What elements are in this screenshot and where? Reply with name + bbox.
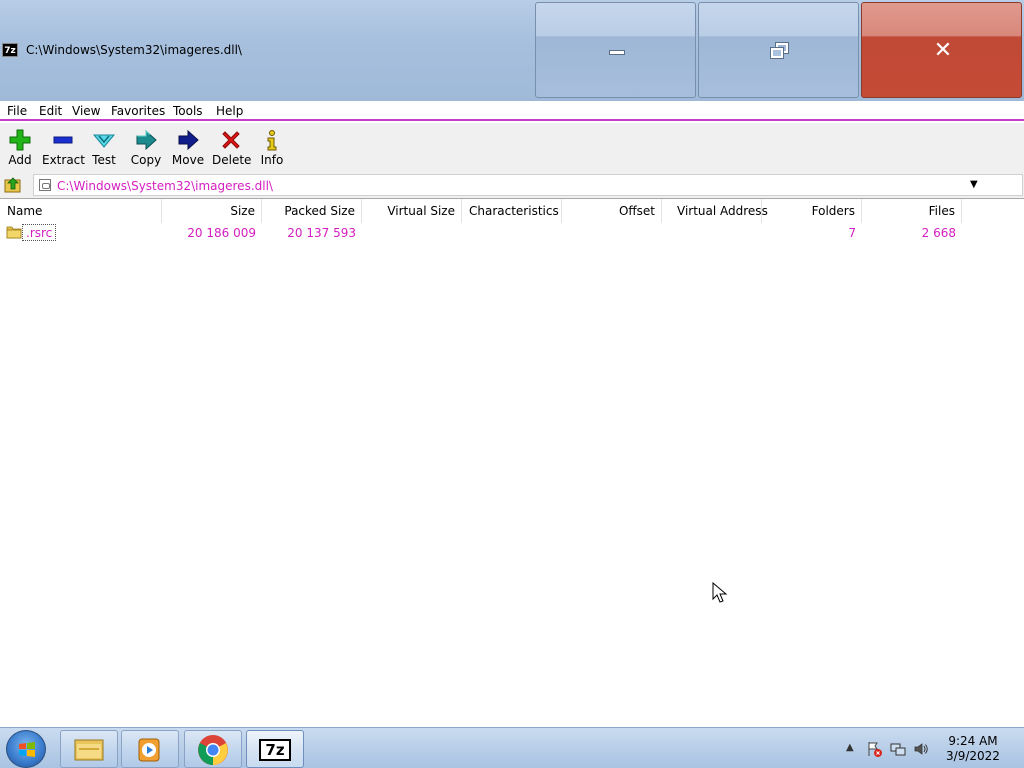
taskbar-7zip[interactable]: 7z [246,730,304,768]
menu-tools[interactable]: Tools [173,104,203,118]
menu-view[interactable]: View [72,104,100,118]
menu-edit[interactable]: Edit [39,104,62,118]
col-size[interactable]: Size [162,199,262,223]
chevron-down-icon[interactable]: ▼ [970,179,978,190]
start-button[interactable] [6,730,46,768]
minimize-button[interactable] [535,2,696,98]
col-folders[interactable]: Folders [762,199,862,223]
menu-bar: File Edit View Favorites Tools Help [0,101,1024,121]
taskbar-explorer[interactable] [60,730,118,768]
menu-help[interactable]: Help [216,104,243,118]
extract-icon [53,136,73,144]
7zip-taskbar-icon: 7z [259,739,291,761]
row-folders: 7 [848,226,856,240]
file-list[interactable]: Name Size Packed Size Virtual Size Chara… [0,198,1024,727]
taskbar-media-player[interactable] [121,730,179,768]
clock-time: 9:24 AM [948,734,998,748]
clock-date: 3/9/2022 [946,749,1000,763]
path-text: C:\Windows\System32\imageres.dll\ [57,179,273,193]
windows-logo-icon [19,742,35,757]
toolbar: Add Extract Test Copy Move Delete Info [0,123,1024,173]
mouse-pointer-icon [712,582,728,603]
row-name[interactable]: .rsrc [22,224,57,241]
add-button[interactable]: Add [4,125,36,171]
taskbar: 7z ▲ 9:24 AM 3/9/2022 [0,727,1024,768]
show-hidden-icons-icon[interactable]: ▲ [846,742,854,753]
add-label: Add [8,153,32,167]
restore-icon [770,41,790,61]
media-player-icon [138,738,160,762]
extract-label: Extract [42,153,85,167]
col-name[interactable]: Name [0,199,162,223]
move-label: Move [171,153,205,167]
move-button[interactable]: Move [170,125,206,171]
file-explorer-icon [74,739,104,761]
up-folder-icon[interactable] [4,176,22,194]
restore-button[interactable] [698,2,859,98]
col-virtual-address[interactable]: Virtual Address [662,199,768,223]
delete-button[interactable]: Delete [212,125,252,171]
delete-icon [222,131,240,149]
close-icon: ✕ [933,38,953,63]
table-row[interactable]: .rsrc 20 186 009 20 137 593 7 2 668 [0,223,1024,243]
row-size: 20 186 009 [187,226,256,240]
info-button[interactable]: Info [258,125,286,171]
7zip-app-icon[interactable]: 7z [2,43,18,57]
col-virtual-size[interactable]: Virtual Size [362,199,462,223]
path-combobox[interactable]: C:\Windows\System32\imageres.dll\ ▼ [33,174,1023,196]
close-button[interactable]: ✕ [861,2,1022,98]
col-characteristics[interactable]: Characteristics [462,199,562,223]
test-button[interactable]: Test [88,125,120,171]
row-packed-size: 20 137 593 [287,226,356,240]
chrome-icon [198,735,228,765]
delete-label: Delete [212,153,252,167]
title-bar[interactable]: 7z C:\Windows\System32\imageres.dll\ ✕ [0,0,1024,101]
volume-icon[interactable] [913,741,929,757]
minimize-icon [609,50,625,55]
address-bar: C:\Windows\System32\imageres.dll\ ▼ [0,173,1024,198]
menu-favorites[interactable]: Favorites [111,104,165,118]
folder-icon [6,226,22,239]
row-files: 2 668 [921,226,956,240]
col-files[interactable]: Files [862,199,962,223]
window-title: C:\Windows\System32\imageres.dll\ [26,43,242,57]
menu-file[interactable]: File [7,104,27,118]
test-icon [92,134,116,148]
action-center-flag-icon[interactable] [866,741,882,757]
copy-label: Copy [130,153,162,167]
move-icon [178,129,199,151]
system-clock[interactable]: 9:24 AM 3/9/2022 [930,734,1016,764]
archive-path-icon [39,179,51,191]
taskbar-chrome[interactable] [184,730,242,768]
info-label: Info [260,153,284,167]
copy-button[interactable]: Copy [128,125,164,171]
info-icon [267,130,277,151]
copy-icon [136,129,157,151]
add-icon [9,129,31,151]
col-offset[interactable]: Offset [562,199,662,223]
extract-button[interactable]: Extract [42,125,85,171]
test-label: Test [92,153,116,167]
network-icon[interactable] [890,741,906,757]
col-packed-size[interactable]: Packed Size [262,199,362,223]
column-header-row: Name Size Packed Size Virtual Size Chara… [0,199,1024,223]
